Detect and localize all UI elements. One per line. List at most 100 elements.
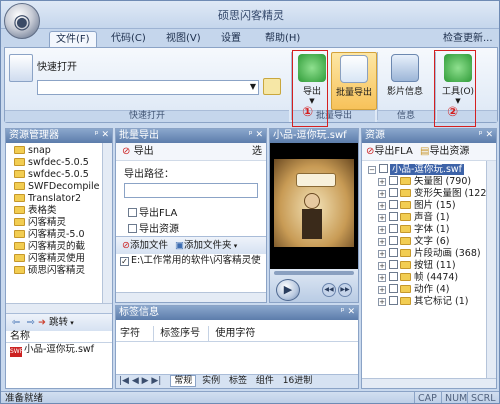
expand-icon[interactable]: + bbox=[378, 250, 386, 258]
tab-component[interactable]: 组件 bbox=[253, 376, 277, 386]
tree-node[interactable]: + 其它标记 (1) bbox=[368, 296, 496, 308]
batch-file-checkbox[interactable]: ✓ bbox=[120, 257, 129, 266]
quick-open-combo[interactable]: ▼ bbox=[37, 80, 259, 95]
tree-checkbox[interactable] bbox=[389, 212, 398, 221]
tree-checkbox[interactable] bbox=[389, 200, 398, 209]
export-fla-checkbox[interactable] bbox=[128, 208, 137, 217]
tree-folder[interactable]: snap bbox=[14, 145, 112, 157]
tree-checkbox[interactable] bbox=[389, 272, 398, 281]
tree-root[interactable]: − 小品-逗你玩.swf bbox=[368, 164, 496, 176]
tab-tag[interactable]: 标签 bbox=[226, 376, 250, 386]
add-folder-button[interactable]: 添加文件夹 bbox=[184, 240, 232, 251]
expand-icon[interactable]: + bbox=[378, 286, 386, 294]
expand-icon[interactable]: + bbox=[378, 298, 386, 306]
pin-close-icon[interactable]: ᵖ ✕ bbox=[95, 129, 109, 142]
tree-folder[interactable]: 闪客精灵使用 bbox=[14, 253, 112, 265]
tab-help[interactable]: 帮助(H) bbox=[259, 31, 306, 47]
expand-icon[interactable]: + bbox=[378, 226, 386, 234]
tree-folder[interactable]: swfdec-5.0.5 bbox=[14, 157, 112, 169]
tree-folder[interactable]: 闪客精灵 bbox=[14, 217, 112, 229]
check-update-link[interactable]: 检查更新... bbox=[437, 31, 499, 47]
tree-node-label: 图片 (15) bbox=[414, 200, 456, 211]
forward-arrow-icon[interactable]: ⇨ bbox=[27, 317, 35, 328]
tree-node[interactable]: + 帧 (4474) bbox=[368, 272, 496, 284]
batch-file-row[interactable]: ✓ E:\工作常用的软件\闪客精灵使 bbox=[116, 254, 266, 268]
expand-icon[interactable]: + bbox=[378, 202, 386, 210]
tab-code[interactable]: 代码(C) bbox=[105, 31, 152, 47]
export-fla-option[interactable]: 导出FLA bbox=[116, 198, 266, 219]
export-res-checkbox[interactable] bbox=[128, 224, 137, 233]
tab-settings[interactable]: 设置 bbox=[215, 31, 247, 47]
batch-hscrollbar[interactable] bbox=[116, 292, 266, 302]
resources-hscrollbar[interactable] bbox=[362, 378, 496, 388]
tree-checkbox[interactable] bbox=[389, 236, 398, 245]
tree-node[interactable]: + 文字 (6) bbox=[368, 236, 496, 248]
tree-checkbox[interactable] bbox=[389, 248, 398, 257]
batch-export-run-button[interactable]: 导出 bbox=[134, 146, 154, 157]
tree-checkbox[interactable] bbox=[389, 296, 398, 305]
tree-hscrollbar[interactable] bbox=[6, 303, 112, 313]
expand-icon[interactable]: + bbox=[378, 262, 386, 270]
collapse-icon[interactable]: − bbox=[368, 166, 376, 174]
tree-folder[interactable]: SWFDecompile bbox=[14, 181, 112, 193]
add-file-button[interactable]: 添加文件 bbox=[130, 240, 168, 251]
tree-checkbox[interactable] bbox=[389, 176, 398, 185]
expand-icon[interactable]: + bbox=[378, 214, 386, 222]
tab-nav-arrows[interactable]: |◀ ◀ ▶ ▶| bbox=[116, 376, 161, 386]
resources-scrollbar[interactable] bbox=[486, 161, 496, 379]
tree-scrollbar[interactable] bbox=[102, 143, 112, 303]
tab-hex[interactable]: 16进制 bbox=[280, 376, 315, 386]
tree-node[interactable]: + 图片 (15) bbox=[368, 200, 496, 212]
tree-checkbox[interactable] bbox=[389, 224, 398, 233]
pin-close-icon[interactable]: ᵖ ✕ bbox=[341, 306, 355, 319]
app-orb-button[interactable]: ◉ bbox=[4, 3, 40, 39]
column-tag-index[interactable]: 标签序号 bbox=[157, 326, 210, 342]
tree-node[interactable]: + 片段动画 (368) bbox=[368, 248, 496, 260]
name-column-header[interactable]: 名称 bbox=[6, 331, 112, 343]
movie-info-button[interactable]: 影片信息 bbox=[381, 52, 429, 110]
tree-folder[interactable]: 闪客精灵的截 bbox=[14, 241, 112, 253]
play-button[interactable]: ▶ bbox=[276, 279, 300, 301]
export-res-option[interactable]: 导出资源 bbox=[116, 218, 266, 236]
tree-folder[interactable]: 硕思闪客精灵 bbox=[14, 265, 112, 277]
expand-icon[interactable]: + bbox=[378, 238, 386, 246]
tree-node[interactable]: + 动作 (4) bbox=[368, 284, 496, 296]
tree-checkbox[interactable] bbox=[389, 284, 398, 293]
tab-view[interactable]: 视图(V) bbox=[160, 31, 207, 47]
tree-node[interactable]: + 字体 (1) bbox=[368, 224, 496, 236]
tree-folder[interactable]: Translator2 bbox=[14, 193, 112, 205]
column-char[interactable]: 字符 bbox=[120, 326, 154, 342]
tree-checkbox[interactable] bbox=[389, 260, 398, 269]
tree-folder[interactable]: 闪客精灵-5.0 bbox=[14, 229, 112, 241]
rewind-button[interactable]: ◀◀ bbox=[322, 283, 336, 297]
back-arrow-icon[interactable]: ⇦ bbox=[12, 317, 20, 328]
tab-instance[interactable]: 实例 bbox=[199, 376, 223, 386]
expand-icon[interactable]: + bbox=[378, 178, 386, 186]
expand-icon[interactable]: + bbox=[378, 190, 386, 198]
pin-close-icon[interactable]: ᵖ ✕ bbox=[479, 129, 493, 142]
tree-node[interactable]: + 按钮 (11) bbox=[368, 260, 496, 272]
fast-forward-button[interactable]: ▶▶ bbox=[338, 283, 352, 297]
pin-close-icon[interactable]: ᵖ ✕ bbox=[249, 129, 263, 142]
resources-export-fla-button[interactable]: 导出FLA bbox=[374, 146, 412, 157]
tree-node[interactable]: + 声音 (1) bbox=[368, 212, 496, 224]
tree-node[interactable]: + 矢量图 (790) bbox=[368, 176, 496, 188]
jump-button[interactable]: 跳转 bbox=[49, 317, 68, 328]
seek-bar[interactable] bbox=[274, 271, 354, 275]
batch-export-button[interactable]: 批量导出 bbox=[331, 52, 377, 110]
export-path-input[interactable] bbox=[124, 183, 258, 198]
tab-file[interactable]: 文件(F) bbox=[49, 31, 97, 47]
tree-node[interactable]: + 变形矢量图 (122 bbox=[368, 188, 496, 200]
file-list-item[interactable]: SWF小品-逗你玩.swf bbox=[6, 343, 112, 357]
open-file-icon[interactable] bbox=[9, 54, 33, 82]
select-button[interactable]: 选 bbox=[252, 143, 262, 161]
tree-folder[interactable]: swfdec-5.0.5 bbox=[14, 169, 112, 181]
tab-general[interactable]: 常规 bbox=[170, 375, 197, 387]
tree-folder[interactable]: 表格类 bbox=[14, 205, 112, 217]
column-used-char[interactable]: 使用字符 bbox=[212, 326, 255, 342]
tree-checkbox[interactable] bbox=[379, 164, 388, 173]
browse-folder-icon[interactable] bbox=[263, 78, 281, 95]
resources-export-res-button[interactable]: 导出资源 bbox=[429, 146, 469, 157]
tree-checkbox[interactable] bbox=[389, 188, 398, 197]
expand-icon[interactable]: + bbox=[378, 274, 386, 282]
